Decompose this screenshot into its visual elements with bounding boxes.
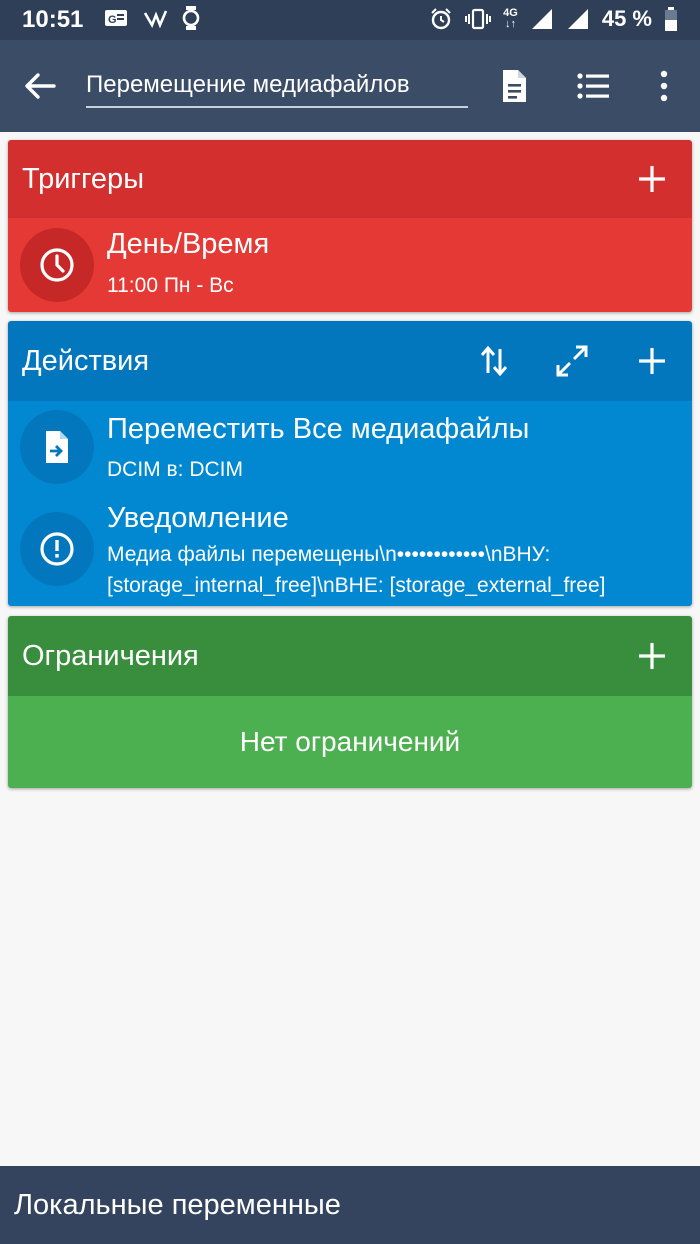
add-constraint-button[interactable] — [632, 636, 672, 676]
triggers-header: Триггеры — [8, 140, 692, 218]
constraints-title: Ограничения — [22, 640, 199, 672]
action-icon-circle — [20, 512, 94, 586]
back-arrow-icon — [25, 73, 56, 99]
battery-icon — [665, 7, 677, 31]
trigger-title: День/Время — [107, 228, 270, 260]
expand-icon — [556, 345, 588, 377]
expand-button[interactable] — [552, 341, 592, 381]
status-bar: 10:51 G 4G ↓↑ 45 % — [0, 0, 700, 40]
plus-icon — [639, 166, 665, 192]
no-constraints-label: Нет ограничений — [8, 696, 692, 788]
back-button[interactable] — [20, 66, 60, 106]
list-icon — [577, 73, 609, 99]
status-system-icons: 4G ↓↑ 45 % — [429, 6, 678, 32]
action-title: Переместить Все медиафайлы — [107, 413, 530, 445]
clock-icon — [40, 248, 74, 282]
trigger-icon-circle — [20, 228, 94, 302]
file-move-icon — [46, 431, 68, 463]
alert-icon — [40, 532, 74, 566]
reorder-button[interactable] — [474, 341, 514, 381]
app-bar: Перемещение медиафайлов — [0, 40, 700, 132]
add-trigger-button[interactable] — [632, 159, 672, 199]
signal-icon-2 — [567, 9, 588, 29]
action-icon-circle — [20, 410, 94, 484]
action-subtitle: DCIM в: DCIM — [107, 458, 243, 481]
swap-vert-icon — [480, 345, 508, 377]
triggers-card: Триггеры День/Время 11:00 Пн - Вс — [8, 140, 692, 312]
action-title: Уведомление — [107, 502, 289, 534]
battery-percent: 45 % — [601, 6, 652, 31]
actions-title: Действия — [22, 345, 150, 377]
alarm-icon — [431, 8, 451, 30]
watch-icon — [182, 6, 200, 30]
trigger-item[interactable]: День/Время 11:00 Пн - Вс — [8, 218, 692, 312]
actions-card: Действия Переместить Все медиафайлы DCIM… — [8, 321, 692, 606]
actions-header: Действия — [8, 321, 692, 401]
vibrate-icon — [465, 8, 492, 30]
local-variables-bar[interactable]: Локальные переменные — [0, 1166, 700, 1244]
triggers-title: Триггеры — [22, 163, 145, 195]
add-action-button[interactable] — [632, 341, 672, 381]
gmail-notification-icon: G — [105, 10, 127, 26]
status-time: 10:51 — [22, 6, 84, 33]
more-options-button[interactable] — [644, 66, 684, 106]
svg-text:G: G — [108, 14, 117, 26]
plus-icon — [639, 348, 665, 374]
action-item-notification[interactable]: Уведомление Медиа файлы перемещены\n••••… — [8, 494, 692, 606]
app-notification-icon — [143, 10, 168, 29]
list-button[interactable] — [574, 66, 614, 106]
constraints-card: Ограничения Нет ограничений — [8, 616, 692, 788]
constraints-header: Ограничения — [8, 616, 692, 696]
signal-icon — [531, 9, 552, 29]
status-notification-icons: G — [104, 6, 200, 30]
plus-icon — [639, 643, 665, 669]
action-item-move-media[interactable]: Переместить Все медиафайлы DCIM в: DCIM — [8, 401, 692, 494]
network-type-label: 4G ↓↑ — [503, 7, 518, 30]
document-icon — [503, 70, 526, 102]
document-button[interactable] — [494, 66, 534, 106]
action-subtitle: Медиа файлы перемещены\n••••••••••••\nВН… — [107, 543, 606, 597]
more-vert-icon — [660, 70, 668, 102]
trigger-subtitle: 11:00 Пн - Вс — [107, 274, 234, 297]
macro-name-input[interactable]: Перемещение медиафайлов — [86, 62, 468, 108]
